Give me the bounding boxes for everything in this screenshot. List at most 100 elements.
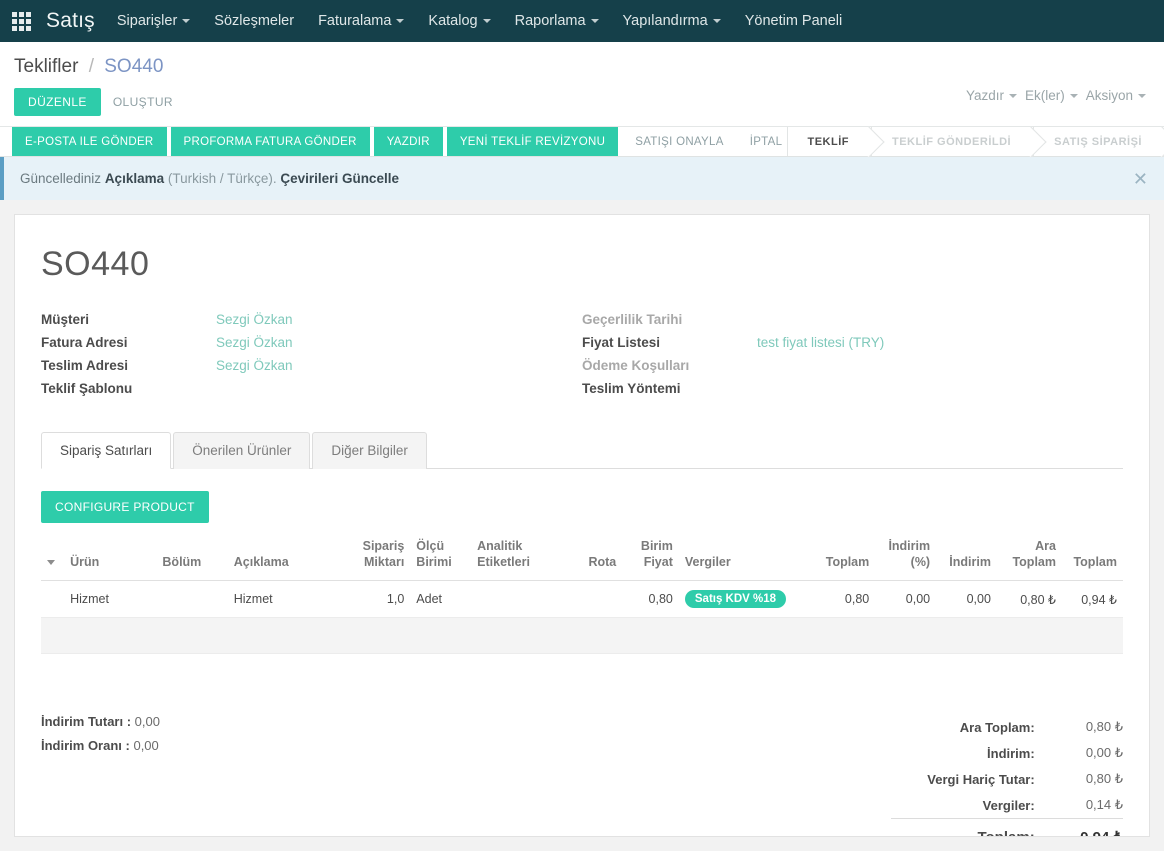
breadcrumb-current: SO440 [104,56,164,77]
add-line-placeholder-row[interactable] [41,618,1123,655]
update-translations-link[interactable]: Çevirileri Güncelle [280,171,399,186]
configure-product-button[interactable]: CONFIGURE PRODUCT [41,491,209,523]
field-fatura-adresi: Fatura Adresi Sezgi Özkan [41,335,582,358]
field-value-invoice-address[interactable]: Sezgi Özkan [216,335,293,350]
column-aciklama[interactable]: Açıklama [227,535,344,582]
action-dropdown[interactable]: Aksiyon [1086,88,1146,103]
cell-siparis-miktari[interactable]: 1,0 [343,580,411,619]
notebook-tabs: Sipariş Satırları Önerilen Ürünler Diğer… [41,432,1123,469]
totals-row-ara-toplam: Ara Toplam: 0,80 ₺ [891,714,1123,740]
print-button[interactable]: YAZDIR [373,127,443,156]
cell-analitik-etiketleri[interactable] [471,580,560,619]
column-vergiler[interactable]: Vergiler [678,535,798,582]
menu-item-label: Faturalama [318,13,392,29]
total-value-untaxed: 0,80 ₺ [1085,771,1123,787]
totals-footer: İndirim Tutarı : 0,00 İndirim Oranı : 0,… [41,714,1123,836]
column-analitik-etiketleri[interactable]: Analitik Etiketleri [471,535,560,582]
column-urun[interactable]: Ürün [64,535,157,582]
column-olcu-birimi[interactable]: Ölçü Birimi [410,535,472,582]
edit-button[interactable]: DÜZENLE [14,88,101,116]
total-value-taxes: 0,14 ₺ [1085,797,1123,813]
cell-toplam-son[interactable]: 0,94 ₺ [1062,580,1123,619]
column-drag-handle[interactable] [41,535,65,582]
total-value-discount: 0,00 ₺ [1085,745,1123,761]
field-value-pricelist[interactable]: test fiyat listesi (TRY) [757,335,884,350]
column-siparis-miktari[interactable]: Sipariş Miktarı [343,535,411,582]
cell-toplam[interactable]: 0,80 [797,580,876,619]
cell-indirim-yuzde[interactable]: 0,00 [875,580,937,619]
send-proforma-invoice-button[interactable]: PROFORMA FATURA GÖNDER [170,127,370,156]
column-rota[interactable]: Rota [559,535,623,582]
chevron-down-icon [47,559,55,565]
grid-apps-icon[interactable] [8,8,34,34]
record-secondary-actions: Yazdır Ek(ler) Aksiyon [966,88,1146,103]
cell-olcu-birimi[interactable]: Adet [410,580,472,619]
attachments-dropdown[interactable]: Ek(ler) [1025,88,1078,103]
field-gecerlilik-tarihi: Geçerlilik Tarihi [582,312,1123,335]
tab-siparis-satirlari[interactable]: Sipariş Satırları [41,432,172,469]
tab-onerilen-urunler[interactable]: Önerilen Ürünler [173,432,311,469]
field-label: Ödeme Koşulları [582,358,690,373]
send-by-email-button[interactable]: E-POSTA ILE GÖNDER [12,127,167,156]
create-button[interactable]: OLUŞTUR [101,88,185,116]
menu-item-katalog[interactable]: Katalog [416,0,502,42]
new-quotation-revision-button[interactable]: YENİ TEKLİF REVİZYONU [446,127,619,156]
attachments-label: Ek(ler) [1024,88,1065,103]
menu-item-label: Katalog [428,13,478,29]
print-dropdown[interactable]: Yazdır [966,88,1017,103]
field-label: Fiyat Listesi [582,335,661,350]
tab-diger-bilgiler[interactable]: Diğer Bilgiler [312,432,427,469]
field-grid: Müşteri Sezgi Özkan Fatura Adresi Sezgi … [41,312,1123,404]
stage-pipeline: TEKLİF TEKLİF GÖNDERİLDİ SATIŞ SİPARİŞİ [786,127,1164,156]
cell-ara-toplam[interactable]: 0,80 ₺ [996,580,1062,619]
column-indirim[interactable]: İndirim [936,535,997,582]
confirm-sale-button[interactable]: SATIŞI ONAYLA [622,127,736,156]
cell-bolum[interactable] [156,580,228,619]
field-label: Teslim Adresi [41,358,129,373]
stage-satis-siparisi[interactable]: SATIŞ SİPARİŞİ [1033,127,1164,156]
menu-item-faturalama[interactable]: Faturalama [306,0,416,42]
totals-row-indirim: İndirim: 0,00 ₺ [891,740,1123,766]
menu-item-yapilandirma[interactable]: Yapılandırma [611,0,733,42]
breadcrumb-separator: / [88,56,94,77]
chevron-down-icon [1069,94,1078,99]
cell-aciklama[interactable]: Hizmet [227,580,344,619]
field-teslim-adresi: Teslim Adresi Sezgi Özkan [41,358,582,381]
sheet-background: SO440 Müşteri Sezgi Özkan Fatura Adresi … [0,200,1164,851]
column-ara-toplam[interactable]: Ara Toplam [996,535,1062,582]
column-toplam[interactable]: Toplam [797,535,876,582]
cell-rota[interactable] [559,580,623,619]
action-label: Aksiyon [1085,88,1133,103]
menu-item-label: Yapılandırma [622,13,708,29]
field-value-delivery-address[interactable]: Sezgi Özkan [216,358,293,373]
stage-teklif-gonderildi[interactable]: TEKLİF GÖNDERİLDİ [871,127,1034,156]
breadcrumb-root[interactable]: Teklifler [14,56,78,77]
menu-item-sozlesmeler[interactable]: Sözleşmeler [202,0,306,42]
cell-vergiler[interactable]: Satış KDV %18 [678,580,798,619]
app-brand-title: Satış [46,9,95,32]
cell-birim-fiyat[interactable]: 0,80 [622,580,679,619]
close-icon[interactable]: ✕ [1123,170,1148,188]
menu-item-siparisler[interactable]: Siparişler [105,0,202,42]
menu-item-raporlama[interactable]: Raporlama [503,0,611,42]
cell-drag-handle[interactable] [41,580,65,619]
alert-prefix: Güncellediniz [20,171,102,186]
grand-total-label: Toplam: [891,818,1035,836]
column-indirim-yuzde[interactable]: İndirim (%) [875,535,937,582]
cell-urun[interactable]: Hizmet [64,580,157,619]
field-teklif-sablonu: Teklif Şablonu [41,381,582,404]
column-bolum[interactable]: Bölüm [156,535,228,582]
breadcrumb: Teklifler / SO440 [0,42,1164,78]
discount-rate-value: 0,00 [133,738,159,754]
column-birim-fiyat[interactable]: Birim Fiyat [622,535,679,582]
chevron-down-icon [1008,94,1017,99]
stage-teklif[interactable]: TEKLİF [786,127,871,156]
menu-item-label: Siparişler [116,13,178,29]
menu-item-yonetim-paneli[interactable]: Yönetim Paneli [733,0,855,42]
chevron-down-icon [590,19,599,24]
table-row[interactable]: Hizmet Hizmet 1,0 Adet 0,80 Satış KDV %1… [41,580,1123,619]
field-value-customer[interactable]: Sezgi Özkan [216,312,293,327]
cell-indirim[interactable]: 0,00 [936,580,997,619]
column-toplam-son[interactable]: Toplam [1062,535,1123,582]
totals-row-grand-total: Toplam: 0,94 ₺ [891,818,1123,836]
